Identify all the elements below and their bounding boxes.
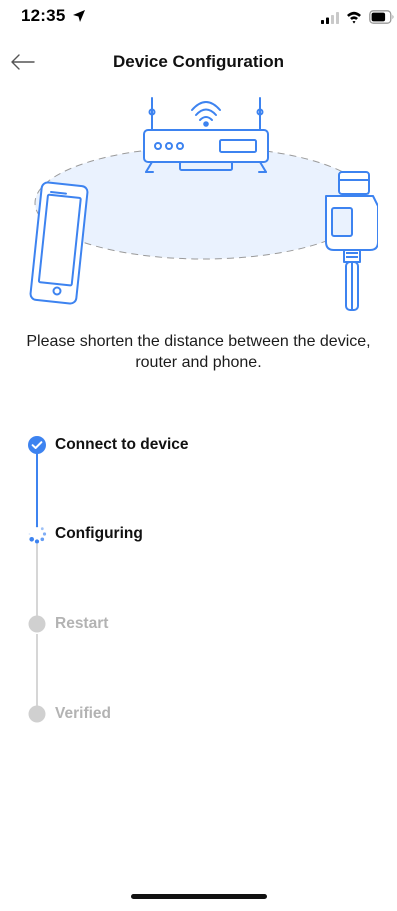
step-label: Connect to device — [55, 436, 189, 453]
loading-spinner-icon — [28, 525, 47, 544]
step-verified: Verified — [27, 703, 111, 725]
cellular-signal-icon — [321, 12, 339, 24]
nav-bar: Device Configuration — [0, 44, 397, 80]
wifi-icon — [347, 11, 361, 24]
check-circle-icon — [28, 436, 46, 454]
battery-icon — [369, 10, 394, 24]
step-connector — [36, 634, 38, 706]
step-label: Configuring — [55, 525, 143, 542]
step-connector — [36, 544, 38, 616]
status-bar: 12:35 — [0, 0, 397, 40]
status-time: 12:35 — [21, 6, 66, 25]
step-restart: Restart — [27, 613, 108, 635]
step-label: Restart — [55, 615, 109, 632]
step-connect-to-device: Connect to device — [27, 434, 189, 456]
pending-dot-icon — [28, 615, 46, 633]
step-configuring: Configuring — [27, 523, 143, 545]
step-connector — [36, 452, 38, 527]
pending-dot-icon — [28, 705, 46, 723]
router-icon — [143, 97, 269, 173]
distance-hint: Please shorten the distance between the … — [26, 333, 371, 371]
page-title: Device Configuration — [113, 52, 284, 71]
location-arrow-icon — [73, 10, 85, 22]
device-router-phone-illustration — [29, 97, 378, 311]
step-label: Verified — [55, 705, 111, 722]
home-indicator[interactable] — [131, 894, 267, 899]
